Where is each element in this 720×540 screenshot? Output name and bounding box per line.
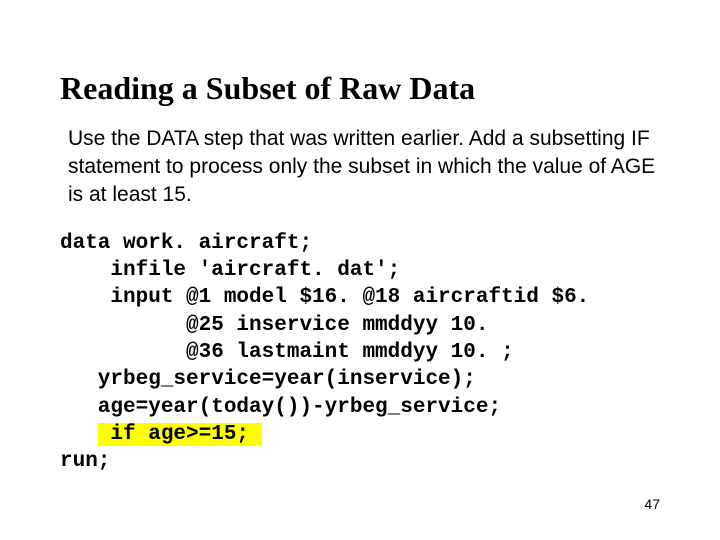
code-line: age=year(today())-yrbeg_service; bbox=[60, 396, 501, 419]
body-paragraph: Use the DATA step that was written earli… bbox=[68, 125, 660, 210]
code-line: input @1 model $16. @18 aircraftid $6. bbox=[60, 286, 589, 309]
code-line: @36 lastmaint mmddyy 10. ; bbox=[60, 341, 514, 364]
code-line: yrbeg_service=year(inservice); bbox=[60, 368, 476, 391]
code-line: infile 'aircraft. dat'; bbox=[60, 259, 400, 282]
code-line: @25 inservice mmddyy 10. bbox=[60, 314, 488, 337]
highlighted-code: if age>=15; bbox=[98, 423, 262, 446]
code-line: data work. aircraft; bbox=[60, 232, 312, 255]
slide: Reading a Subset of Raw Data Use the DAT… bbox=[0, 0, 720, 540]
page-number: 47 bbox=[644, 496, 660, 512]
code-block: data work. aircraft; infile 'aircraft. d… bbox=[60, 230, 660, 476]
page-title: Reading a Subset of Raw Data bbox=[60, 70, 660, 107]
code-line-prefix bbox=[60, 423, 98, 446]
code-line: run; bbox=[60, 450, 110, 473]
